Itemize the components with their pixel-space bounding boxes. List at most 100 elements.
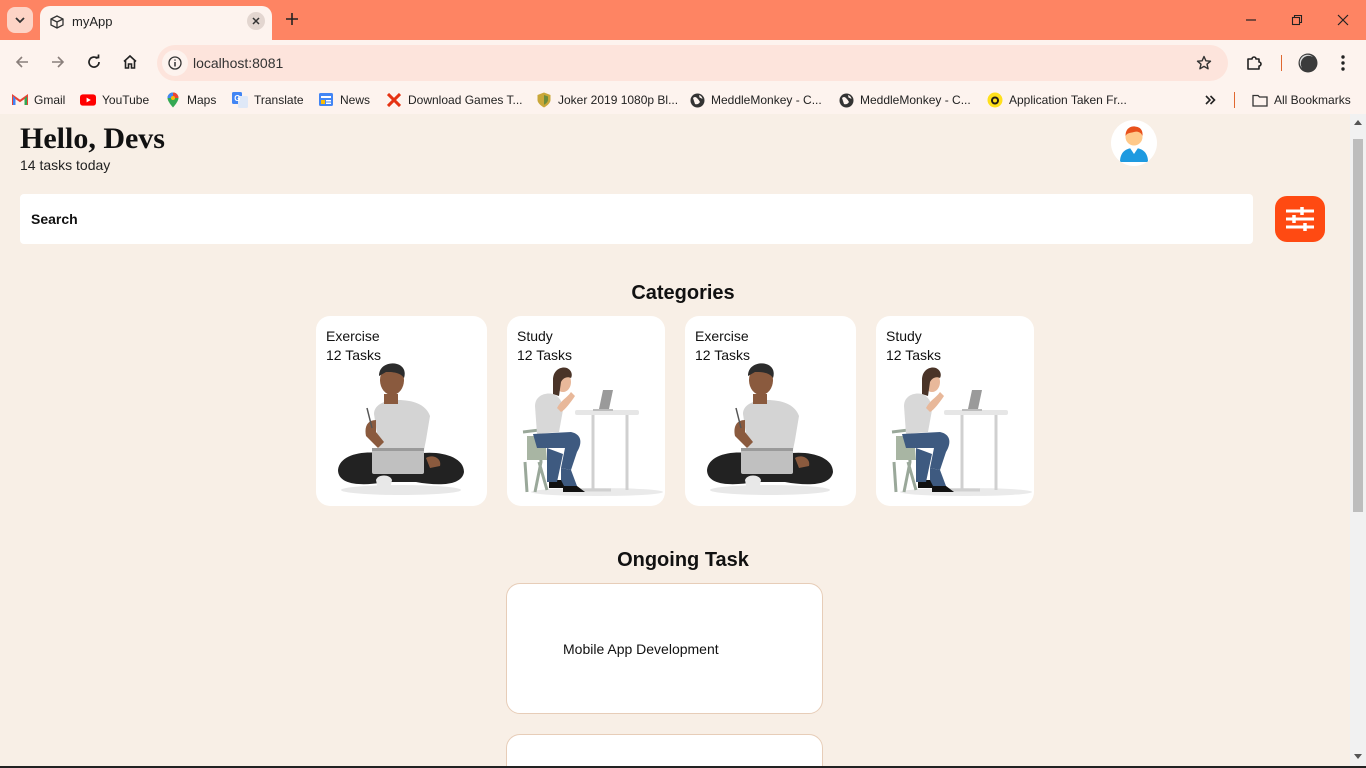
bookmark-label: Maps	[187, 93, 217, 107]
tab-close-button[interactable]	[247, 12, 265, 30]
bookmark-label: MeddleMonkey - C...	[711, 93, 822, 107]
bookmark-maps[interactable]: Maps	[165, 92, 216, 108]
gmail-icon	[12, 92, 28, 108]
tab-title: myApp	[72, 14, 113, 29]
bookmark-label: MeddleMonkey - C...	[860, 93, 971, 107]
chevron-down-icon	[15, 17, 25, 24]
new-tab-button[interactable]	[282, 9, 302, 29]
maps-icon	[165, 92, 181, 108]
task-card[interactable]: Mobile App Development	[506, 583, 823, 714]
translate-icon: G	[232, 92, 248, 108]
avatar[interactable]	[1111, 120, 1157, 166]
reload-button[interactable]	[82, 50, 106, 74]
bookmark-news[interactable]: News	[318, 92, 370, 108]
bookmark-label: News	[340, 93, 371, 107]
task-card[interactable]	[506, 734, 823, 766]
x-icon	[386, 92, 402, 108]
bookmark-label: Translate	[254, 93, 304, 107]
bookmark-download-games[interactable]: Download Games T...	[386, 92, 523, 108]
category-card-study[interactable]: Study 12 Tasks	[507, 316, 665, 506]
minimize-button[interactable]	[1241, 10, 1261, 30]
search-input[interactable]	[20, 194, 1253, 244]
bookmark-application[interactable]: Application Taken Fr...	[987, 92, 1127, 108]
bookmark-label: Joker 2019 1080p Bl...	[558, 93, 679, 107]
task-label: Mobile App Development	[563, 641, 719, 657]
bookmark-label: Gmail	[34, 93, 66, 107]
bookmarks-overflow-button[interactable]	[1204, 92, 1216, 108]
user-avatar-icon	[1120, 126, 1148, 162]
sliders-icon	[1286, 207, 1314, 231]
profile-button[interactable]	[1297, 52, 1319, 74]
profile-avatar-icon	[1298, 53, 1318, 73]
category-card-study[interactable]: Study 12 Tasks	[876, 316, 1034, 506]
home-icon	[123, 54, 137, 69]
category-count: 12 Tasks	[695, 347, 750, 363]
bookmark-youtube[interactable]: YouTube	[80, 92, 149, 108]
toolbar-separator	[1281, 55, 1282, 71]
close-icon	[1337, 14, 1349, 26]
back-button[interactable]	[10, 50, 34, 74]
tasks-today-subtitle: 14 tasks today	[20, 157, 111, 173]
forward-button[interactable]	[46, 50, 70, 74]
minimize-icon	[1246, 19, 1256, 21]
filter-button[interactable]	[1275, 196, 1325, 242]
scroll-down-arrow-icon[interactable]	[1354, 754, 1362, 759]
all-bookmarks-button[interactable]: All Bookmarks	[1252, 92, 1351, 108]
bookmark-translate[interactable]: G Translate	[232, 92, 304, 108]
arrow-left-icon	[15, 56, 28, 68]
puzzle-icon	[1247, 56, 1262, 70]
scroll-up-arrow-icon[interactable]	[1354, 120, 1362, 125]
browser-toolbar: localhost:8081	[0, 40, 1366, 86]
bookmark-meddlemonkey-1[interactable]: MeddleMonkey - C...	[689, 92, 822, 108]
youtube-icon	[80, 92, 96, 108]
menu-button[interactable]	[1332, 52, 1354, 74]
home-button[interactable]	[118, 50, 142, 74]
person-sitting-laptop-illustration	[707, 363, 833, 495]
category-count: 12 Tasks	[517, 347, 572, 363]
category-name: Study	[886, 328, 922, 344]
person-at-desk-illustration	[522, 367, 663, 496]
scrollbar-thumb[interactable]	[1353, 139, 1363, 512]
close-icon	[252, 17, 260, 25]
mailchimp-icon	[987, 92, 1003, 108]
reload-icon	[88, 54, 100, 68]
bookmark-meddlemonkey-2[interactable]: MeddleMonkey - C...	[838, 92, 971, 108]
categories-heading: Categories	[631, 282, 735, 304]
globe-icon	[689, 92, 705, 108]
bookmark-star-button[interactable]	[1194, 53, 1214, 73]
tab-strip: myApp	[0, 0, 1366, 40]
bookmark-label: YouTube	[102, 93, 150, 107]
browser-tab[interactable]: myApp	[40, 6, 272, 40]
restore-button[interactable]	[1287, 10, 1307, 30]
site-info-button[interactable]	[162, 50, 188, 76]
svg-text:G: G	[234, 94, 240, 103]
category-name: Exercise	[695, 328, 749, 344]
news-icon	[318, 92, 334, 108]
restore-icon	[1291, 14, 1303, 26]
category-name: Study	[517, 328, 553, 344]
bookmarks-bar: Gmail YouTube Maps G Translate News Down…	[0, 86, 1366, 114]
bookmark-gmail[interactable]: Gmail	[12, 92, 65, 108]
extensions-button[interactable]	[1243, 52, 1265, 74]
more-vertical-icon	[1341, 55, 1345, 71]
globe-icon	[838, 92, 854, 108]
url-text: localhost:8081	[193, 55, 284, 71]
category-card-exercise[interactable]: Exercise 12 Tasks	[316, 316, 487, 506]
person-sitting-laptop-illustration	[338, 363, 464, 495]
bookmark-joker[interactable]: Joker 2019 1080p Bl...	[536, 92, 678, 108]
shield-icon	[536, 92, 552, 108]
category-card-exercise[interactable]: Exercise 12 Tasks	[685, 316, 856, 506]
tab-search-button[interactable]	[7, 7, 33, 33]
ongoing-task-heading: Ongoing Task	[617, 549, 749, 571]
person-at-desk-illustration	[891, 367, 1032, 496]
page-scrollbar[interactable]	[1350, 114, 1366, 766]
bookmarks-separator	[1234, 92, 1235, 108]
address-bar[interactable]: localhost:8081	[157, 45, 1228, 81]
bookmark-label: Download Games T...	[408, 93, 523, 107]
folder-icon	[1252, 92, 1268, 108]
plus-icon	[286, 13, 298, 25]
close-window-button[interactable]	[1333, 10, 1353, 30]
star-icon	[1196, 55, 1212, 70]
app-page: Hello, Devs 14 tasks today Categories Ex…	[0, 114, 1350, 766]
react-native-favicon-icon	[50, 15, 64, 29]
